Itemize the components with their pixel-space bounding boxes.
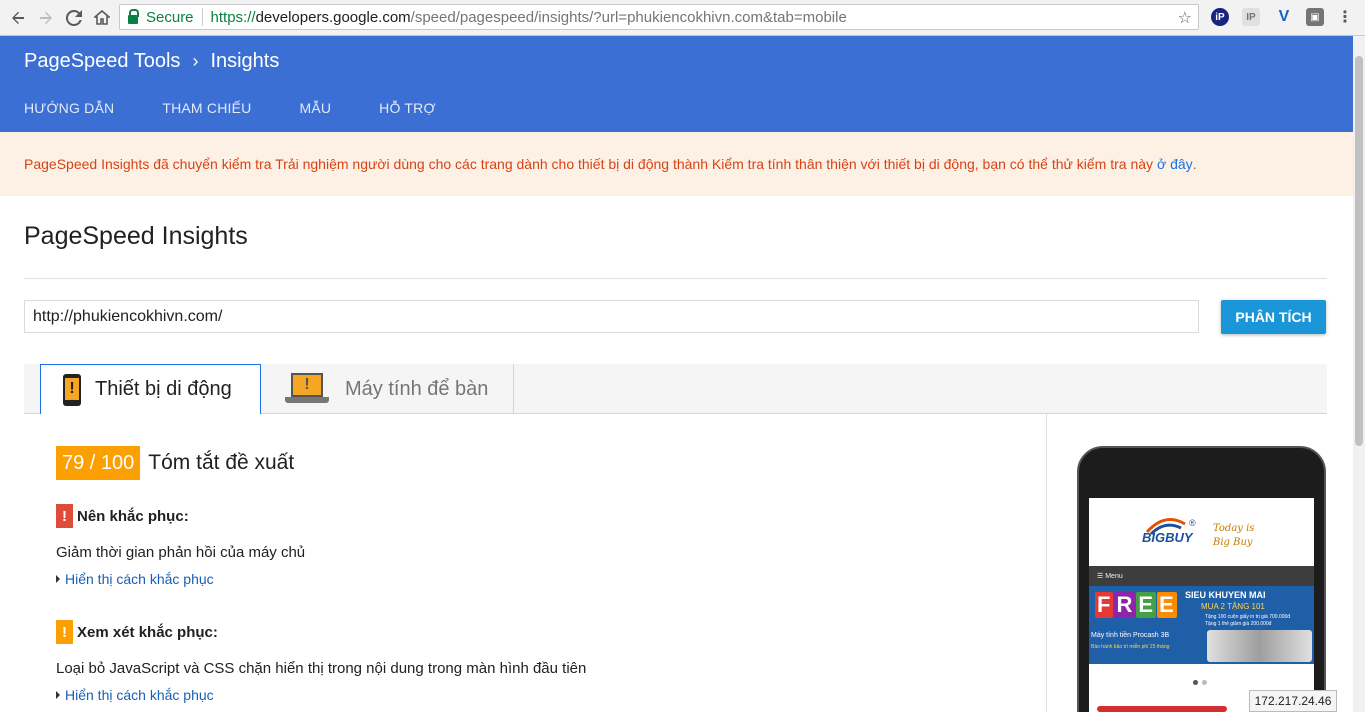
secure-label: Secure [146,8,194,26]
warning-icon: ! [56,620,73,644]
mobile-screenshot-preview: BIGBUY ® Today is Big Buy ☰ Menu FREE SI… [1089,498,1314,712]
alert-icon: ! [56,504,73,528]
show-fix-label: Hiển thị cách khắc phục [65,687,214,703]
logo-registered: ® [1189,518,1196,528]
nav-support[interactable]: HỖ TRỢ [379,100,436,116]
analyze-button[interactable]: PHÂN TÍCH [1221,300,1326,334]
ip-tooltip: 172.217.24.46 [1249,690,1337,712]
show-fix-label: Hiển thị cách khắc phục [65,571,214,587]
logo-slogan: Today is Big Buy [1213,522,1254,550]
site-header: PageSpeed Tools › Insights HƯỚNG DẪN THA… [0,36,1353,132]
consider-fix-rule: Loại bỏ JavaScript và CSS chặn hiển thị … [56,660,587,677]
title-divider [24,278,1327,279]
carousel-dots [1193,680,1207,685]
star-icon[interactable]: ☆ [1178,8,1192,28]
preview-menu-bar: ☰ Menu [1089,566,1314,586]
tab-mobile[interactable]: Thiết bị di động [40,364,261,414]
address-bar[interactable]: Secure https://developers.google.com/spe… [119,4,1199,30]
breadcrumb-current[interactable]: Insights [210,50,279,73]
breadcrumb: PageSpeed Tools › Insights [24,50,279,73]
free-letter: R [1114,592,1136,618]
caret-right-icon [56,575,60,583]
breadcrumb-root[interactable]: PageSpeed Tools [24,50,180,73]
extension-v-icon[interactable]: V [1275,8,1293,26]
free-letter: E [1136,592,1157,618]
slogan-line-1: Today is [1213,523,1255,534]
site-logo: BIGBUY ® Today is Big Buy [1089,498,1314,566]
extension-ip-checker-icon[interactable]: IP [1242,8,1260,26]
logo-text: BIGBUY [1142,530,1193,545]
consider-fix-label: Xem xét khắc phục: [77,623,218,641]
header-nav: HƯỚNG DẪN THAM CHIẾU MẪU HỖ TRỢ [24,100,484,116]
consider-fix-heading: ! Xem xét khắc phục: [56,620,218,644]
banner-offer: MUA 2 TẶNG 101 [1201,602,1265,611]
browser-toolbar: Secure https://developers.google.com/spe… [0,0,1365,36]
free-letter: F [1095,592,1114,618]
banner-detail-1: Tặng 100 cuộn giấy in trị giá 700.000đ [1205,614,1291,620]
preview-banner: FREE SIEU KHUYEN MAI MUA 2 TẶNG 101 Tặng… [1089,586,1314,664]
caret-right-icon [56,691,60,699]
home-icon[interactable] [90,6,114,30]
content-divider [1046,414,1047,712]
should-fix-rule: Giảm thời gian phản hồi của máy chủ [56,544,306,561]
slogan-line-2: Big Buy [1213,537,1253,548]
lock-icon [128,8,139,24]
notice-tail: . [1192,156,1197,172]
banner-product-note: Bảo hành bảo trì miễn phí 25 tháng [1091,644,1170,650]
nav-guide[interactable]: HƯỚNG DẪN [24,100,114,116]
banner-details: Tặng 100 cuộn giấy in trị giá 700.000đ T… [1205,614,1290,628]
notice-text: PageSpeed Insights đã chuyển kiểm tra Tr… [24,156,1154,172]
reload-icon[interactable] [62,6,86,30]
should-fix-show-link[interactable]: Hiển thị cách khắc phục [56,571,214,587]
mobile-warning-icon [63,373,81,406]
device-tabs: Thiết bị di động ! Máy tính để bàn [24,364,1327,414]
should-fix-heading: ! Nên khắc phục: [56,504,189,528]
url-scheme: https:// [210,8,256,26]
preview-red-bar [1097,706,1227,712]
url-host: developers.google.com [255,8,411,26]
back-icon[interactable] [6,6,30,30]
banner-headline: SIEU KHUYEN MAI [1185,590,1266,600]
tab-desktop[interactable]: ! Máy tính để bàn [261,364,514,414]
forward-icon[interactable] [34,6,58,30]
consider-fix-show-link[interactable]: Hiển thị cách khắc phục [56,687,214,703]
banner-product: Máy tính tiền Procash 3B [1091,632,1170,639]
desktop-warning-icon: ! [285,373,329,405]
tab-mobile-label: Thiết bị di động [95,378,232,400]
chevron-right-icon: › [192,51,199,71]
nav-reference[interactable]: THAM CHIẾU [162,100,251,116]
extension-ip-icon[interactable]: iP [1211,8,1229,26]
score-badge: 79 / 100 [56,446,141,480]
nav-samples[interactable]: MẪU [299,100,331,116]
banner-detail-2: Tặng 1 thẻ giảm giá 200.000đ [1205,621,1272,627]
page-title: PageSpeed Insights [24,222,248,250]
free-tags: FREE [1095,592,1178,618]
url-path: /speed/pagespeed/insights/?url=phukienco… [410,8,847,26]
product-image [1207,630,1312,662]
notice-link[interactable]: ở đây [1157,156,1193,172]
should-fix-label: Nên khắc phục: [77,507,189,525]
summary-label: Tóm tắt đề xuất [148,451,295,474]
free-letter: E [1157,592,1177,618]
extension-badge-icon[interactable]: ▣ [1306,8,1324,26]
omnibox-divider [201,8,203,26]
browser-menu-icon[interactable]: ⋮ [1336,8,1354,26]
notice-banner: PageSpeed Insights đã chuyển kiểm tra Tr… [0,132,1353,196]
tab-desktop-label: Máy tính để bàn [345,377,489,400]
page-scrollbar[interactable] [1353,36,1365,712]
scrollbar-thumb[interactable] [1355,56,1363,446]
score-summary: 79 / 100 Tóm tắt đề xuất [56,446,294,480]
url-input[interactable]: http://phukiencokhivn.com/ [24,300,1199,333]
